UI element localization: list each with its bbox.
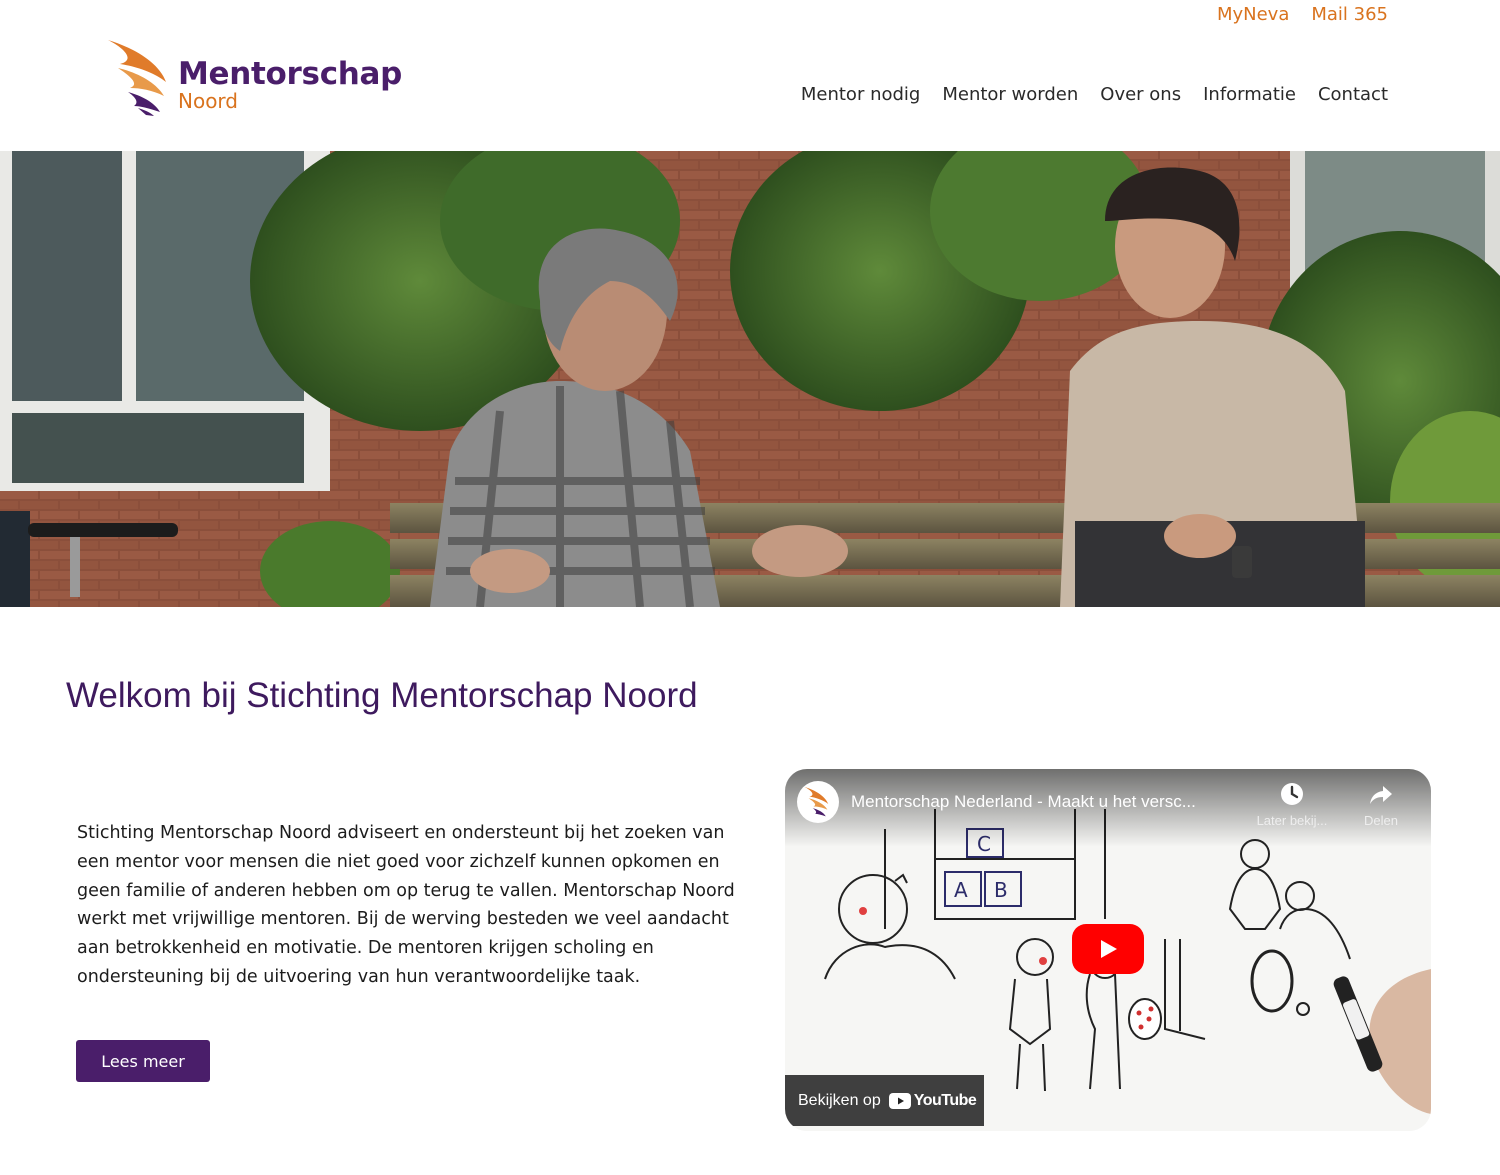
play-icon bbox=[1101, 940, 1117, 958]
youtube-video-embed[interactable]: C A B Mentorschap Nederland - Maakt bbox=[785, 769, 1431, 1131]
myneva-link[interactable]: MyNeva bbox=[1217, 4, 1289, 25]
share-button[interactable]: Delen bbox=[1341, 781, 1421, 828]
watch-later-label: Later bekij... bbox=[1256, 813, 1328, 828]
watch-on-youtube-button[interactable]: Bekijken op YouTube bbox=[785, 1075, 984, 1126]
page-title: Welkom bij Stichting Mentorschap Noord bbox=[66, 676, 698, 715]
channel-avatar[interactable] bbox=[797, 781, 839, 823]
logo-title: Mentorschap bbox=[178, 56, 403, 92]
nav-informatie[interactable]: Informatie bbox=[1203, 84, 1296, 105]
sketch-letter-b: B bbox=[994, 878, 1008, 902]
sketch-letter-a: A bbox=[954, 878, 968, 902]
clock-icon bbox=[1281, 783, 1303, 805]
watch-later-button[interactable]: Later bekij... bbox=[1252, 781, 1332, 828]
youtube-wordmark: YouTube bbox=[913, 1091, 977, 1109]
mail365-link[interactable]: Mail 365 bbox=[1311, 4, 1388, 25]
share-arrow-icon bbox=[1370, 786, 1392, 804]
main-nav: Mentor nodig Mentor worden Over ons Info… bbox=[801, 84, 1388, 105]
logo-subtitle: Noord bbox=[178, 89, 238, 113]
play-button[interactable] bbox=[1072, 924, 1144, 974]
nav-over-ons[interactable]: Over ons bbox=[1100, 84, 1181, 105]
utility-nav: MyNeva Mail 365 bbox=[1217, 4, 1388, 25]
nav-mentor-nodig[interactable]: Mentor nodig bbox=[801, 84, 920, 105]
nav-contact[interactable]: Contact bbox=[1318, 84, 1388, 105]
intro-paragraph: Stichting Mentorschap Noord adviseert en… bbox=[77, 823, 735, 987]
site-logo[interactable]: Mentorschap Noord bbox=[106, 38, 402, 116]
nav-mentor-worden[interactable]: Mentor worden bbox=[942, 84, 1078, 105]
video-title[interactable]: Mentorschap Nederland - Maakt u het vers… bbox=[851, 792, 1251, 812]
read-more-button[interactable]: Lees meer bbox=[76, 1040, 210, 1082]
wing-logo-icon bbox=[108, 40, 166, 116]
youtube-logo: YouTube bbox=[888, 1091, 977, 1110]
share-label: Delen bbox=[1364, 813, 1398, 828]
youtube-play-icon bbox=[888, 1092, 911, 1109]
watch-on-label: Bekijken op bbox=[798, 1091, 881, 1109]
hero-image bbox=[0, 151, 1500, 607]
wing-logo-icon bbox=[804, 786, 829, 817]
